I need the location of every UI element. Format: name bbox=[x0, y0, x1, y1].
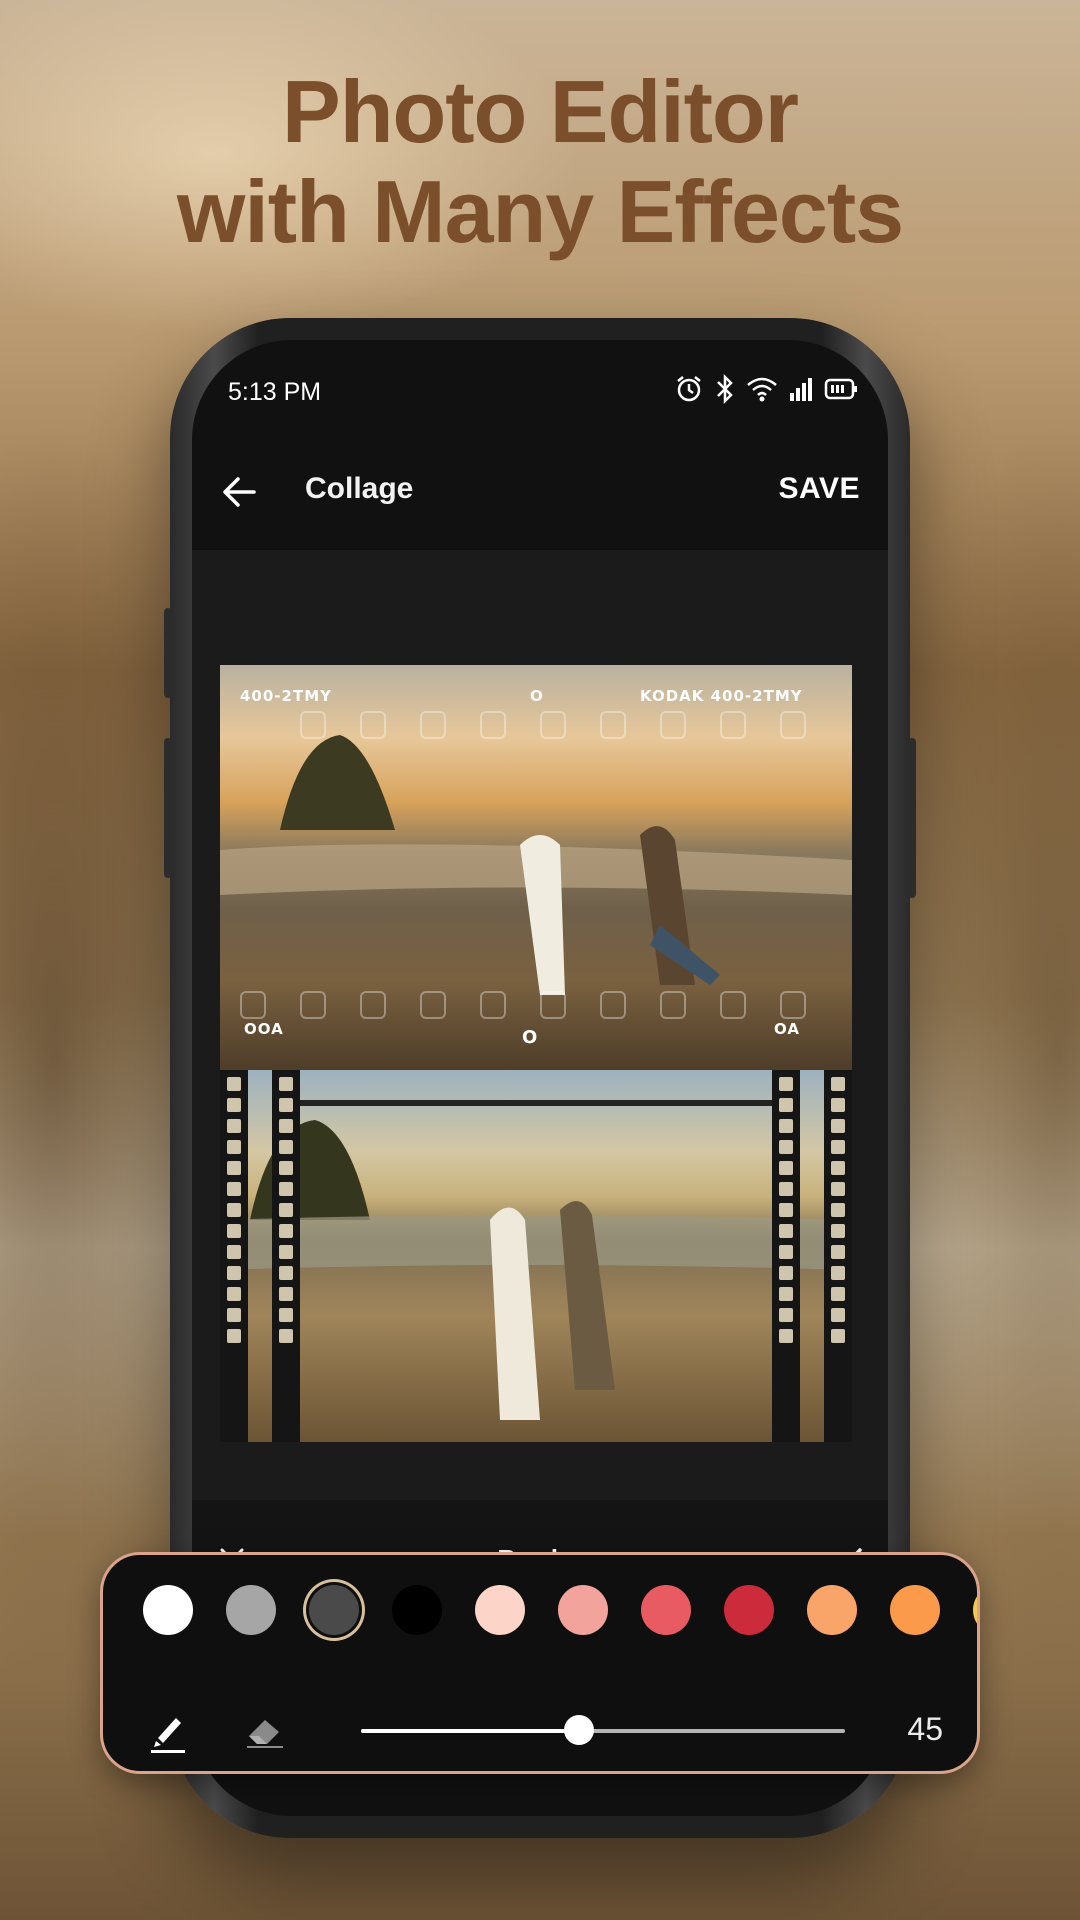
film-strip-left-inner bbox=[272, 1070, 300, 1442]
signal-icon bbox=[790, 378, 812, 401]
film-label: OOA bbox=[244, 1020, 284, 1038]
alarm-icon bbox=[677, 376, 701, 402]
phone-side-button bbox=[164, 608, 172, 698]
slider-fill bbox=[361, 1729, 579, 1733]
film-label: OA bbox=[774, 1020, 800, 1038]
status-bar: 5:13 PM bbox=[192, 340, 888, 440]
headline-line-1: Photo Editor bbox=[282, 62, 799, 161]
color-swatches bbox=[143, 1585, 977, 1645]
headline-line-2: with Many Effects bbox=[176, 162, 904, 261]
eraser-icon[interactable] bbox=[243, 1710, 287, 1750]
page-title: Collage bbox=[305, 472, 414, 505]
film-strip-left bbox=[220, 1070, 248, 1442]
film-sprockets bbox=[240, 991, 806, 1019]
color-swatch[interactable] bbox=[558, 1585, 608, 1635]
collage-photo-1[interactable]: 400-2TMY O KODAK 400-2TMY OOA O OA bbox=[220, 665, 852, 1070]
color-swatch[interactable] bbox=[143, 1585, 193, 1635]
collage-photo-2[interactable] bbox=[220, 1070, 852, 1442]
wifi-icon bbox=[747, 377, 777, 402]
phone-power-button bbox=[908, 738, 916, 898]
status-time: 5:13 PM bbox=[228, 378, 322, 406]
film-label: O bbox=[522, 1027, 539, 1048]
film-label: 400-2TMY bbox=[240, 687, 332, 705]
color-swatch[interactable] bbox=[890, 1585, 940, 1635]
photo-scene bbox=[220, 1100, 852, 1420]
color-swatch[interactable] bbox=[392, 1585, 442, 1635]
color-swatch[interactable] bbox=[807, 1585, 857, 1635]
battery-icon bbox=[824, 378, 857, 400]
color-swatch[interactable] bbox=[724, 1585, 774, 1635]
border-width-slider[interactable] bbox=[361, 1715, 845, 1745]
color-swatch[interactable] bbox=[973, 1585, 977, 1635]
film-strip-right-inner bbox=[772, 1070, 800, 1442]
film-label: KODAK 400-2TMY bbox=[640, 687, 803, 705]
color-swatch[interactable] bbox=[475, 1585, 525, 1635]
color-swatch[interactable] bbox=[226, 1585, 276, 1635]
slider-thumb[interactable] bbox=[563, 1715, 594, 1745]
color-swatch[interactable] bbox=[641, 1585, 691, 1635]
film-strip-right bbox=[824, 1070, 852, 1442]
border-width-value: 45 bbox=[907, 1711, 943, 1747]
phone-side-button bbox=[164, 738, 172, 878]
save-button[interactable]: SAVE bbox=[779, 472, 860, 506]
film-sprockets bbox=[300, 711, 806, 739]
arrow-left-icon[interactable] bbox=[216, 468, 264, 516]
app-bar: Collage SAVE bbox=[192, 440, 888, 550]
color-swatch[interactable] bbox=[309, 1585, 359, 1635]
border-panel: 45 bbox=[100, 1552, 980, 1774]
collage-canvas: 400-2TMY O KODAK 400-2TMY OOA O OA bbox=[192, 550, 888, 1500]
brush-icon[interactable] bbox=[148, 1710, 188, 1754]
film-label: O bbox=[530, 687, 544, 705]
bluetooth-icon bbox=[717, 374, 733, 404]
status-icons bbox=[674, 374, 858, 404]
promo-headline: Photo Editor with Many Effects bbox=[0, 62, 1080, 262]
